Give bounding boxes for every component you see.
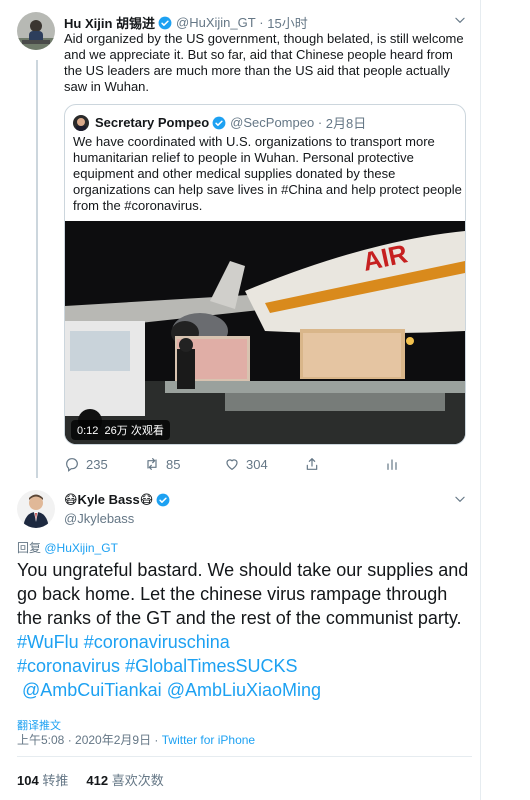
tweet-text: You ungrateful bastard. We should take o…: [17, 560, 469, 628]
tweet-header: 😷Kyle Bass😷 @Jkylebass: [64, 492, 174, 526]
analytics-button[interactable]: [384, 456, 406, 472]
retweets-count: 104: [17, 773, 39, 788]
reply-context: 回复 @HuXijin_GT: [17, 539, 118, 556]
tweet-body: You ungrateful bastard. We should take o…: [17, 558, 472, 702]
display-name[interactable]: Hu Xijin 胡锡进: [64, 13, 155, 32]
hashtag-link[interactable]: #GlobalTimesSUCKS: [125, 656, 297, 676]
reply-button[interactable]: 235: [64, 456, 108, 472]
video-stats-badge: 0:12 26万 次观看: [71, 420, 170, 440]
tweet-text: Aid organized by the US government, thou…: [64, 31, 464, 94]
likes-count: 412: [86, 773, 109, 788]
analytics-icon: [387, 459, 397, 470]
user-handle[interactable]: @HuXijin_GT: [176, 15, 256, 30]
quoted-tweet-card[interactable]: Secretary Pompeo @SecPompeo · 2月8日 We ha…: [64, 104, 466, 445]
share-icon: [306, 458, 318, 470]
tweet-date: 2月8日: [325, 116, 367, 131]
thread-connector-line: [36, 60, 38, 478]
hashtag-link[interactable]: #coronaviruschina: [84, 632, 230, 652]
avatar[interactable]: [17, 12, 55, 50]
retweet-button[interactable]: 85: [144, 456, 180, 472]
quoted-tweet-text: We have coordinated with U.S. organizati…: [73, 134, 462, 213]
share-button[interactable]: [304, 456, 326, 472]
display-name: Secretary Pompeo: [95, 115, 210, 130]
tweet-actions: 235 85 304: [64, 456, 404, 474]
hashtag-link[interactable]: #WuFlu: [17, 632, 79, 652]
separator-dot: ·: [255, 15, 268, 30]
user-handle: @SecPompeo: [230, 115, 315, 130]
reply-to-label: 回复: [17, 541, 42, 555]
quoted-tweet-header: Secretary Pompeo @SecPompeo · 2月8日: [73, 113, 366, 132]
retweet-count: 85: [166, 456, 181, 472]
tweet-stats: 104 转推 412 喜欢次数: [17, 770, 164, 789]
mention-link[interactable]: @AmbCuiTiankai: [22, 680, 162, 700]
likes-stat[interactable]: 412 喜欢次数: [86, 773, 163, 788]
mention-link[interactable]: @AmbLiuXiaoMing: [167, 680, 321, 700]
video-thumbnail[interactable]: AIR 0:12 26万 次观看: [65, 221, 465, 444]
heart-icon: [226, 459, 238, 470]
user-handle[interactable]: @Jkylebass: [64, 511, 174, 526]
tweet-source-link[interactable]: Twitter for iPhone: [162, 733, 255, 747]
verified-badge-icon: [156, 493, 170, 507]
chevron-down-icon[interactable]: [453, 492, 467, 506]
retweet-icon: [147, 458, 157, 470]
like-button[interactable]: 304: [224, 456, 268, 472]
tweet-timestamp[interactable]: 上午5:08 · 2020年2月9日 ·: [17, 733, 162, 747]
separator-dot: ·: [314, 115, 326, 130]
video-duration: 0:12: [77, 425, 99, 437]
retweets-label: 转推: [42, 773, 69, 788]
avatar: [73, 114, 89, 131]
verified-badge-icon: [158, 16, 172, 29]
reply-to-handle-link[interactable]: @HuXijin_GT: [44, 541, 118, 555]
avatar[interactable]: [17, 490, 55, 528]
verified-badge-icon: [212, 116, 226, 129]
tweet-time[interactable]: 15小时: [267, 13, 307, 32]
reply-count: 235: [86, 456, 108, 472]
video-views: 26万 次观看: [104, 425, 164, 437]
tweet-meta: 上午5:08 · 2020年2月9日 · Twitter for iPhone: [17, 731, 255, 748]
display-name[interactable]: 😷Kyle Bass😷: [64, 492, 153, 508]
reply-icon: [66, 458, 78, 472]
divider: [17, 756, 472, 757]
likes-label: 喜欢次数: [111, 773, 164, 788]
hashtag-link[interactable]: #coronavirus: [17, 656, 120, 676]
chevron-down-icon[interactable]: [453, 13, 467, 27]
like-count: 304: [246, 456, 268, 472]
tweet-header: Hu Xijin 胡锡进 @HuXijin_GT · 15小时: [64, 13, 308, 32]
airplane-cargo-image: AIR: [65, 221, 465, 444]
retweets-stat[interactable]: 104 转推: [17, 773, 68, 788]
